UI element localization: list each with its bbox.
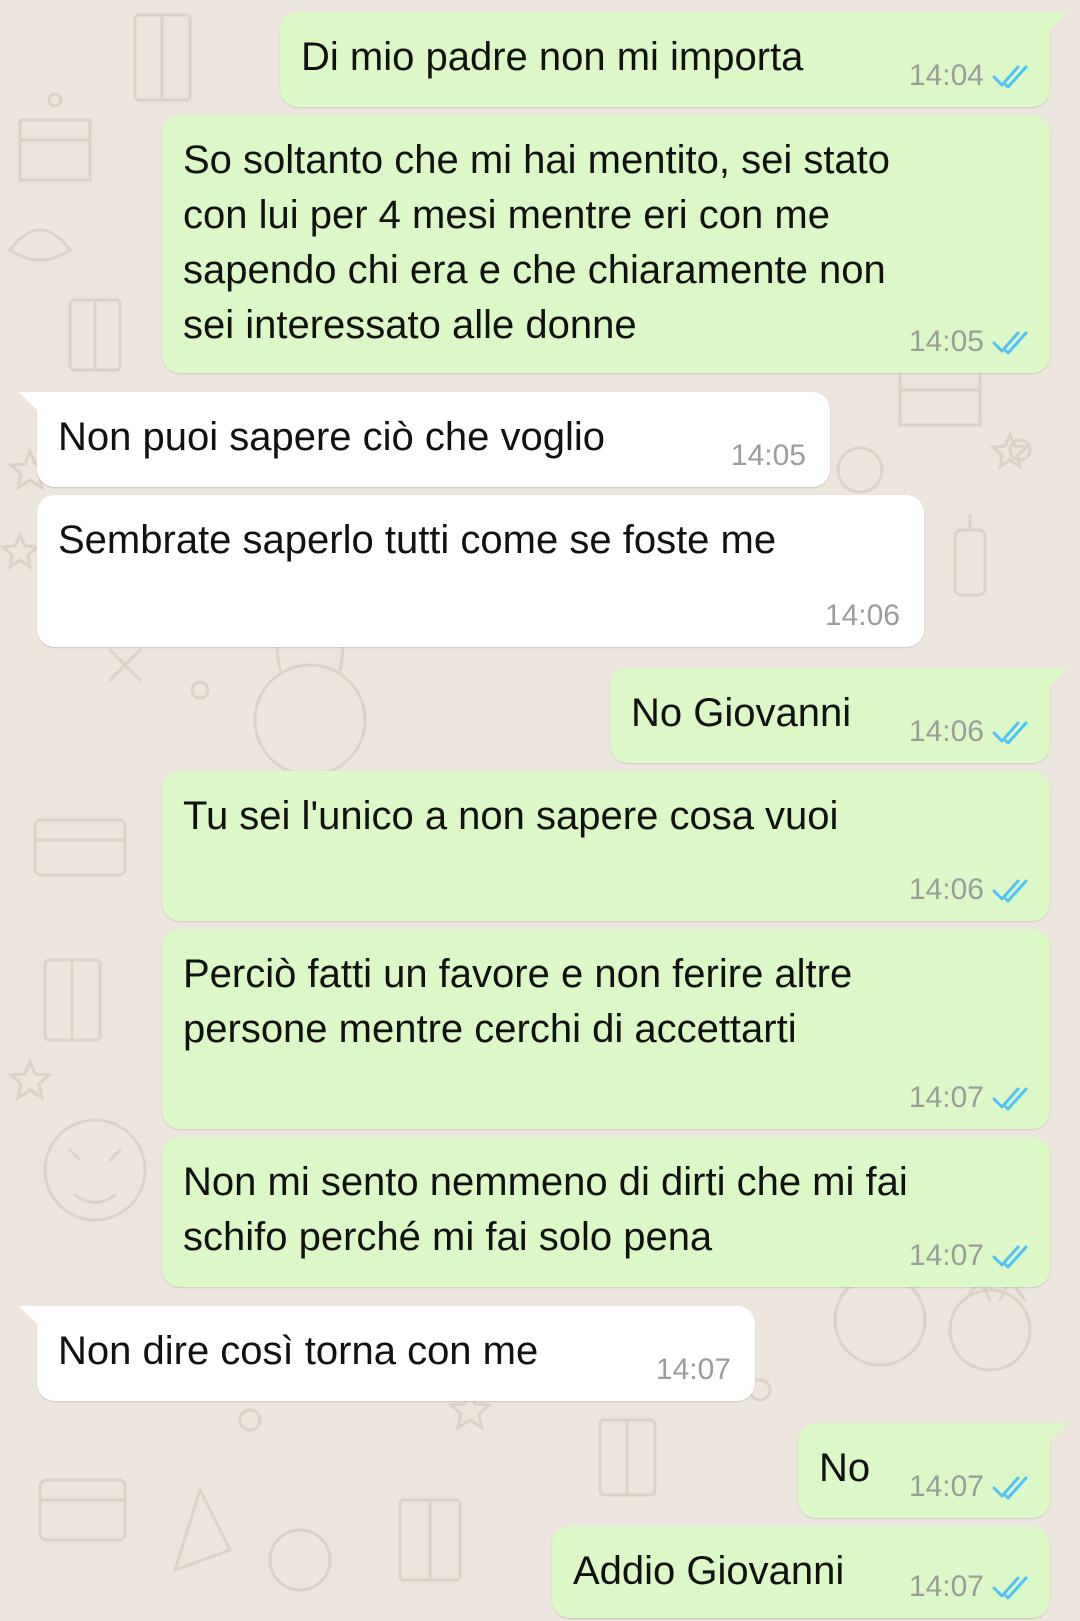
message-text: No Giovanni xyxy=(631,691,852,735)
message-text: Sembrate saperlo tutti come se foste me xyxy=(58,518,777,562)
double-check-icon xyxy=(992,331,1028,355)
message-meta: 14:05 xyxy=(731,439,806,473)
message-bubble-incoming[interactable]: Sembrate saperlo tutti come se foste me … xyxy=(37,495,924,647)
message-meta: 14:06 xyxy=(909,873,1032,907)
message-text: Perciò fatti un favore e non ferire altr… xyxy=(183,952,853,1051)
double-check-icon xyxy=(992,879,1028,903)
message-meta: 14:07 xyxy=(656,1353,731,1387)
double-check-icon xyxy=(992,65,1028,89)
double-check-icon xyxy=(992,1087,1028,1111)
message-text: Non dire così torna con me xyxy=(58,1329,539,1373)
double-check-icon xyxy=(992,1476,1028,1500)
message-text: No xyxy=(819,1446,871,1490)
message-meta: 14:06 xyxy=(825,599,900,633)
double-check-icon xyxy=(992,721,1028,745)
message-meta: 14:06 xyxy=(909,715,1032,749)
message-bubble-outgoing[interactable]: So soltanto che mi hai mentito, sei stat… xyxy=(162,115,1050,373)
message-meta: 14:05 xyxy=(909,325,1032,359)
message-bubble-incoming[interactable]: Non puoi sapere ciò che voglio 14:05 xyxy=(19,392,830,487)
message-meta: 14:07 xyxy=(909,1570,1032,1604)
message-bubble-outgoing[interactable]: Di mio padre non mi importa 14:04 xyxy=(280,12,1068,107)
message-text: Di mio padre non mi importa xyxy=(301,35,804,79)
message-time: 14:07 xyxy=(908,1470,984,1503)
message-bubble-outgoing[interactable]: No 14:07 xyxy=(798,1423,1068,1518)
message-bubble-outgoing[interactable]: Perciò fatti un favore e non ferire altr… xyxy=(162,929,1050,1129)
message-time: 14:07 xyxy=(655,1353,731,1386)
message-bubble-outgoing[interactable]: Addio Giovanni 14:07 xyxy=(552,1526,1050,1618)
message-text: So soltanto che mi hai mentito, sei stat… xyxy=(183,138,891,347)
message-meta: 14:07 xyxy=(909,1470,1032,1504)
message-bubble-outgoing[interactable]: Non mi sento nemmeno di dirti che mi fai… xyxy=(162,1137,1050,1287)
message-bubble-outgoing[interactable]: Tu sei l'unico a non sapere cosa vuoi 14… xyxy=(162,771,1050,921)
message-time: 14:06 xyxy=(908,873,984,906)
message-text: Non mi sento nemmeno di dirti che mi fai… xyxy=(183,1160,908,1259)
message-time: 14:07 xyxy=(908,1081,984,1114)
message-meta: 14:04 xyxy=(909,59,1032,93)
double-check-icon xyxy=(992,1245,1028,1269)
message-text: Addio Giovanni xyxy=(573,1549,845,1593)
message-time: 14:06 xyxy=(824,599,900,632)
message-time: 14:07 xyxy=(908,1570,984,1603)
message-time: 14:05 xyxy=(908,325,984,358)
message-text: Tu sei l'unico a non sapere cosa vuoi xyxy=(183,794,839,838)
message-bubble-outgoing[interactable]: No Giovanni 14:06 xyxy=(610,668,1068,763)
message-text: Non puoi sapere ciò che voglio xyxy=(58,415,606,459)
message-meta: 14:07 xyxy=(909,1239,1032,1273)
message-time: 14:04 xyxy=(908,59,984,92)
message-bubble-incoming[interactable]: Non dire così torna con me 14:07 xyxy=(19,1306,755,1401)
message-time: 14:05 xyxy=(730,439,806,472)
message-time: 14:06 xyxy=(908,715,984,748)
message-time: 14:07 xyxy=(908,1239,984,1272)
double-check-icon xyxy=(992,1576,1028,1600)
message-meta: 14:07 xyxy=(909,1081,1032,1115)
